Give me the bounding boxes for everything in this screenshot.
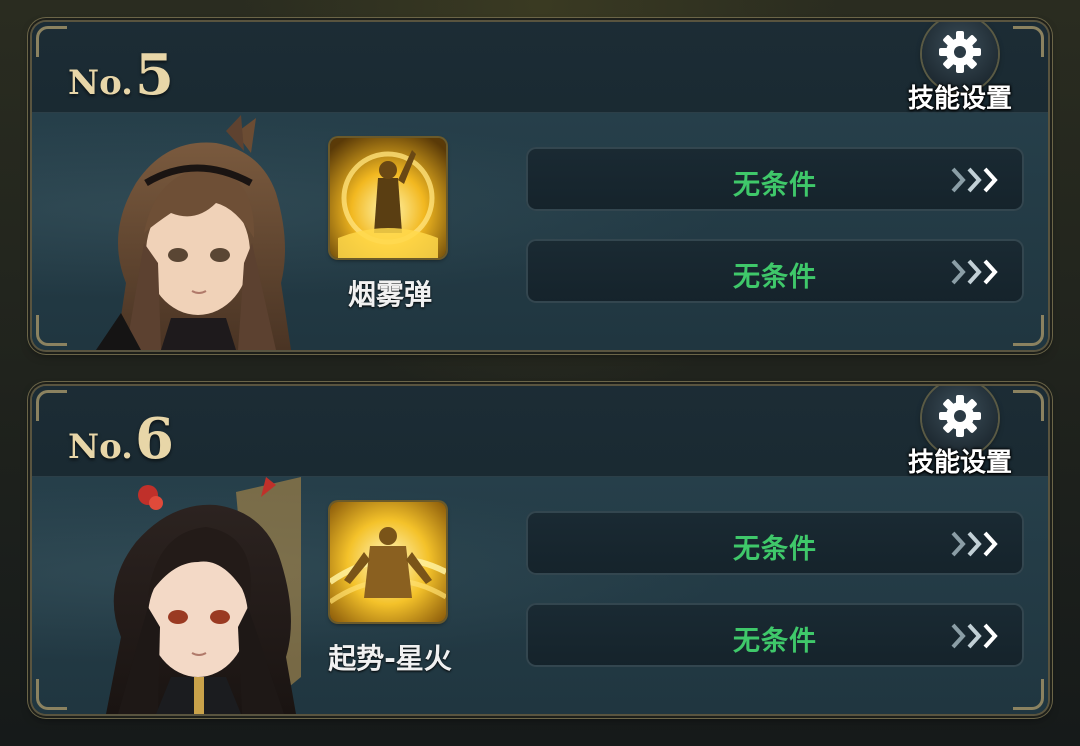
skill-condition-button-1[interactable]: 无条件 bbox=[526, 147, 1024, 211]
skill-settings-label: 技能设置 bbox=[907, 448, 1012, 478]
team-slot-6: 起势-星火 无条件 无条件 No.6 技能设置 bbox=[32, 386, 1048, 714]
slot-header bbox=[32, 22, 1048, 113]
frame-corner bbox=[1013, 315, 1044, 346]
rising-spark-skill-icon[interactable] bbox=[330, 502, 446, 622]
slot-number: No.6 bbox=[68, 406, 174, 472]
gear-icon bbox=[939, 395, 981, 437]
skill-settings-label: 技能设置 bbox=[907, 84, 1012, 114]
skill-condition-button-1[interactable]: 无条件 bbox=[526, 511, 1024, 575]
skill-condition-button-2[interactable]: 无条件 bbox=[526, 239, 1024, 303]
triple-chevron-right-icon bbox=[951, 623, 998, 649]
frame-corner bbox=[1013, 26, 1044, 57]
skill-settings-button[interactable]: 技能设置 bbox=[900, 386, 1020, 478]
triple-chevron-right-icon bbox=[951, 531, 998, 557]
slot-body: 起势-星火 无条件 无条件 bbox=[32, 477, 1048, 714]
skill-settings-button[interactable]: 技能设置 bbox=[900, 22, 1020, 114]
skill-condition-button-2[interactable]: 无条件 bbox=[526, 603, 1024, 667]
frame-corner bbox=[36, 315, 67, 346]
skill-name: 起势-星火 bbox=[328, 642, 452, 675]
triple-chevron-right-icon bbox=[951, 167, 998, 193]
gear-icon bbox=[939, 31, 981, 73]
smoke-bomb-skill-icon[interactable] bbox=[330, 138, 446, 258]
character-portrait[interactable] bbox=[86, 113, 306, 350]
frame-corner bbox=[1013, 390, 1044, 421]
team-slot-5: 烟雾弹 无条件 无条件 No.5 技能设置 bbox=[32, 22, 1048, 350]
frame-corner bbox=[1013, 679, 1044, 710]
frame-corner bbox=[36, 390, 67, 421]
frame-corner bbox=[36, 26, 67, 57]
frame-corner bbox=[36, 679, 67, 710]
slot-body: 烟雾弹 无条件 无条件 bbox=[32, 113, 1048, 350]
slot-header bbox=[32, 386, 1048, 477]
character-portrait[interactable] bbox=[86, 477, 306, 714]
skill-name: 烟雾弹 bbox=[347, 278, 432, 311]
triple-chevron-right-icon bbox=[951, 259, 998, 285]
slot-number: No.5 bbox=[68, 42, 174, 108]
